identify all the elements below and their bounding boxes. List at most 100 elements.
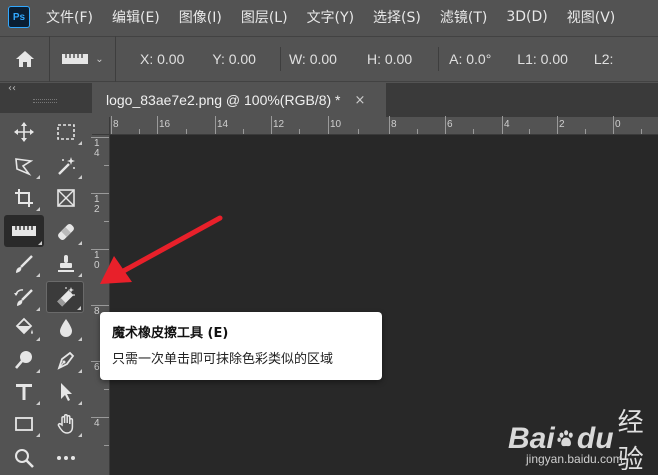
ruler-label: 4 <box>94 418 100 429</box>
crop-tool[interactable] <box>6 183 42 213</box>
red-arrow-annotation <box>100 215 223 284</box>
toolbar-header: ‹‹ <box>0 83 92 113</box>
menu-layer[interactable]: 图层(L) <box>241 7 288 27</box>
rectangle-marquee-icon <box>57 124 75 140</box>
menu-bar: Ps 文件(F) 编辑(E) 图像(I) 图层(L) 文字(Y) 选择(S) 滤… <box>0 0 658 34</box>
tooltip-description: 只需一次单击即可抹除色彩类似的区域 <box>112 352 334 367</box>
more-icon <box>57 456 75 460</box>
marquee-tool[interactable] <box>48 117 84 147</box>
ruler-label: 14 <box>94 138 100 159</box>
hand-icon <box>57 414 74 434</box>
healing-brush-tool[interactable] <box>48 217 84 247</box>
menu-filter[interactable]: 滤镜(T) <box>440 7 487 27</box>
home-icon <box>15 51 34 67</box>
ruler-label: 14 <box>217 119 229 130</box>
menu-edit[interactable]: 编辑(E) <box>112 7 160 27</box>
tooltip-title: 魔术橡皮擦工具 (E) <box>112 326 229 341</box>
options-bar: ⌄ X: 0.00 Y: 0.00 W: 0.00 H: 0.00 A: 0.0… <box>0 36 658 82</box>
watermark-url: jingyan.baidu.com <box>526 452 623 466</box>
divider <box>279 47 281 71</box>
history-brush-icon <box>14 289 33 306</box>
ruler-label: 0 <box>615 119 621 130</box>
ruler-label: 16 <box>159 119 171 130</box>
watermark-bai: Bai <box>508 422 555 455</box>
magic-wand-icon <box>58 157 75 175</box>
magic-eraser-icon <box>57 287 75 307</box>
pen-icon <box>57 351 75 370</box>
move-tool[interactable] <box>6 117 42 147</box>
pen-tool[interactable] <box>48 345 84 375</box>
clone-stamp-tool[interactable] <box>48 249 84 279</box>
brush-icon <box>16 255 33 273</box>
droplet-icon <box>60 319 72 337</box>
y-readout: Y: 0.00 <box>212 51 256 67</box>
ruler-label: 10 <box>330 119 342 130</box>
move-icon <box>14 122 34 142</box>
magic-wand-tool[interactable] <box>48 151 84 181</box>
tool-tooltip: 魔术橡皮擦工具 (E) 只需一次单击即可抹除色彩类似的区域 <box>100 312 382 380</box>
document-tab-bar: logo_83ae7e2.png @ 100%(RGB/8) * × <box>92 83 658 117</box>
paw-icon <box>557 430 573 447</box>
collapse-toolbar-button[interactable]: ‹‹ <box>8 83 16 94</box>
l1-readout: L1: 0.00 <box>517 51 568 67</box>
ruler-label: 4 <box>504 119 510 130</box>
dodge-tool[interactable] <box>6 345 42 375</box>
magnifier-icon <box>15 449 34 468</box>
brush-tool[interactable] <box>6 249 42 279</box>
hand-tool[interactable] <box>48 409 84 439</box>
watermark-jingyan: 经验 <box>617 408 644 475</box>
close-tab-button[interactable]: × <box>354 93 365 108</box>
cursor-arrow-icon <box>61 383 72 401</box>
ruler-label: 8 <box>391 119 397 130</box>
path-selection-tool[interactable] <box>48 377 84 407</box>
rectangle-icon <box>15 417 33 431</box>
type-tool[interactable] <box>6 377 42 407</box>
menu-3d[interactable]: 3D(D) <box>506 9 547 25</box>
x-readout: X: 0.00 <box>140 51 185 67</box>
frame-tool[interactable] <box>48 183 84 213</box>
document-tab[interactable]: logo_83ae7e2.png @ 100%(RGB/8) * × <box>92 83 386 117</box>
w-readout: W: 0.00 <box>288 51 337 67</box>
toolbar-grip[interactable] <box>33 99 57 103</box>
menu-file[interactable]: 文件(F) <box>46 7 93 27</box>
history-brush-tool[interactable] <box>6 283 42 313</box>
watermark-du: du <box>576 422 614 455</box>
home-button[interactable] <box>0 36 50 82</box>
edit-toolbar-button[interactable] <box>48 443 84 473</box>
blur-tool[interactable] <box>48 313 84 343</box>
paint-bucket-icon <box>15 317 33 335</box>
paint-bucket-tool[interactable] <box>6 313 42 343</box>
bandage-icon <box>58 224 74 240</box>
horizontal-ruler: 8 16 14 12 10 8 6 4 2 0 <box>92 116 658 135</box>
magic-eraser-tool[interactable] <box>46 281 84 313</box>
menu-view[interactable]: 视图(V) <box>567 7 616 27</box>
angle-readout: A: 0.0° <box>449 51 492 67</box>
lasso-tool[interactable] <box>6 151 42 181</box>
ruler-icon <box>12 226 36 236</box>
dodge-icon <box>15 351 32 369</box>
chevron-down-icon: ⌄ <box>95 53 104 65</box>
divider <box>438 47 440 71</box>
photoshop-logo: Ps <box>8 6 30 28</box>
polygonal-lasso-icon <box>15 158 34 176</box>
crop-icon <box>15 189 33 207</box>
tool-preset-picker[interactable]: ⌄ <box>50 36 116 82</box>
menu-select[interactable]: 选择(S) <box>373 7 421 27</box>
document-tab-title: logo_83ae7e2.png @ 100%(RGB/8) * <box>106 92 341 108</box>
frame-icon <box>57 189 75 207</box>
rectangle-tool[interactable] <box>6 409 42 439</box>
l2-readout: L2: <box>593 51 614 67</box>
baidu-jingyan-watermark: Bai du 经验 jingyan.baidu.com <box>500 402 658 475</box>
ruler-icon <box>62 54 89 64</box>
ruler-label: 8 <box>113 119 119 130</box>
stamp-icon <box>58 255 74 272</box>
menu-type[interactable]: 文字(Y) <box>307 7 354 27</box>
ruler-origin[interactable] <box>92 117 110 135</box>
tools-panel <box>0 113 92 475</box>
ruler-tool[interactable] <box>4 215 44 247</box>
zoom-tool[interactable] <box>6 443 42 473</box>
menu-image[interactable]: 图像(I) <box>179 7 222 27</box>
ruler-label: 6 <box>447 119 453 130</box>
ruler-label: 2 <box>559 119 565 130</box>
h-readout: H: 0.00 <box>366 51 413 67</box>
